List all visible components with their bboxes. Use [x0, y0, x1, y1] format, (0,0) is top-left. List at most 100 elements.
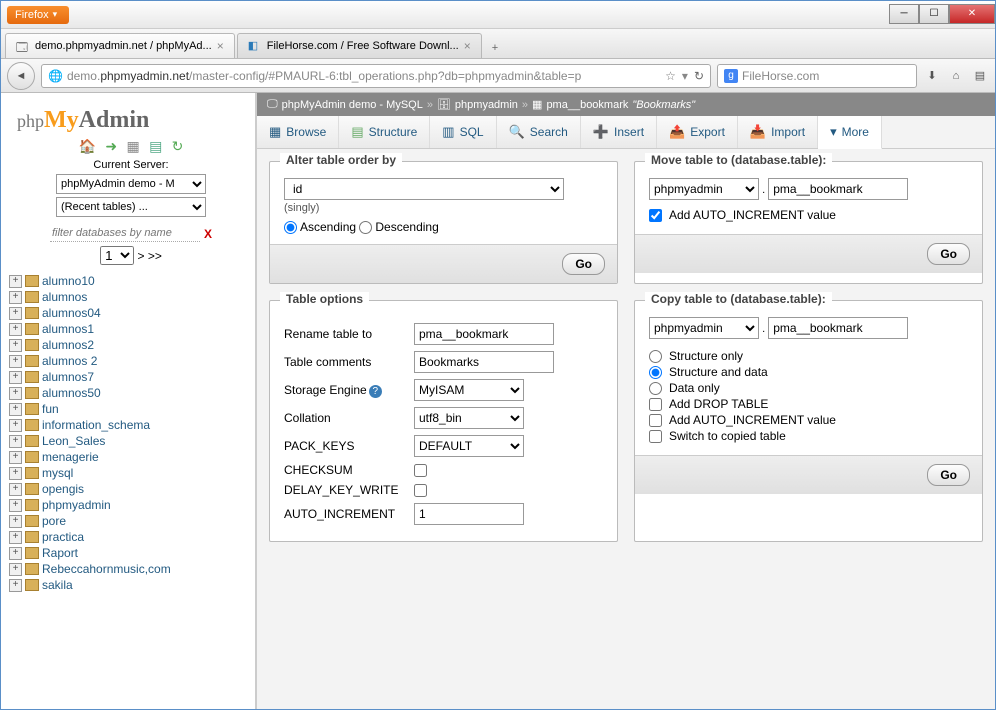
expand-icon[interactable]: + [9, 323, 22, 336]
database-name[interactable]: alumnos50 [42, 386, 101, 400]
server-select[interactable]: phpMyAdmin demo - M [56, 174, 206, 194]
copy-table-input[interactable] [768, 317, 908, 339]
database-name[interactable]: information_schema [42, 418, 150, 432]
search-box[interactable]: g FileHorse.com [717, 64, 917, 88]
expand-icon[interactable]: + [9, 371, 22, 384]
tab-export[interactable]: 📤Export [657, 116, 738, 148]
expand-icon[interactable]: + [9, 339, 22, 352]
expand-icon[interactable]: + [9, 435, 22, 448]
database-name[interactable]: Rebeccahornmusic,com [42, 562, 171, 576]
descending-radio[interactable]: Descending [359, 220, 438, 234]
recent-tables-select[interactable]: (Recent tables) ... [56, 197, 206, 217]
reload-icon[interactable]: ↻ [694, 69, 704, 83]
pager-next[interactable]: > >> [137, 249, 161, 263]
engine-select[interactable]: MyISAM [414, 379, 524, 401]
database-item[interactable]: +practica [9, 529, 253, 545]
copy-db-select[interactable]: phpmyadmin [649, 317, 759, 339]
tab-structure[interactable]: ▤Structure [339, 116, 430, 148]
database-item[interactable]: +alumnos 2 [9, 353, 253, 369]
expand-icon[interactable]: + [9, 355, 22, 368]
database-item[interactable]: + fun [9, 401, 253, 417]
rename-input[interactable] [414, 323, 554, 345]
expand-icon[interactable]: + [9, 515, 22, 528]
expand-icon[interactable]: + [9, 419, 22, 432]
home-icon[interactable]: ⌂ [947, 70, 965, 82]
home-icon[interactable]: 🏠 [79, 138, 96, 154]
go-button[interactable]: Go [562, 253, 605, 275]
expand-icon[interactable]: + [9, 499, 22, 512]
delaykey-checkbox[interactable] [414, 484, 427, 497]
browser-tab[interactable]: ◧ FileHorse.com / Free Software Downl...… [237, 33, 482, 58]
tab-import[interactable]: 📥Import [738, 116, 818, 148]
ascending-radio[interactable]: Ascending [284, 220, 356, 234]
move-table-input[interactable] [768, 178, 908, 200]
copy-autoinc-checkbox[interactable] [649, 414, 662, 427]
refresh-icon[interactable]: ↻ [172, 138, 184, 154]
expand-icon[interactable]: + [9, 467, 22, 480]
database-item[interactable]: + sakila [9, 577, 253, 593]
database-item[interactable]: + information_schema [9, 417, 253, 433]
database-name[interactable]: sakila [42, 578, 73, 592]
go-button[interactable]: Go [927, 243, 970, 265]
database-name[interactable]: phpmyadmin [42, 498, 111, 512]
firefox-menu-button[interactable]: Firefox [7, 6, 69, 24]
expand-icon[interactable]: + [9, 579, 22, 592]
tab-search[interactable]: 🔍Search [497, 116, 581, 148]
database-item[interactable]: + alumnos1 [9, 321, 253, 337]
database-name[interactable]: alumno10 [42, 274, 95, 288]
move-autoinc-checkbox[interactable] [649, 209, 662, 222]
database-item[interactable]: + opengis [9, 481, 253, 497]
dropdown-icon[interactable]: ▾ [682, 69, 688, 83]
drop-table-checkbox[interactable] [649, 398, 662, 411]
url-bar[interactable]: 🌐 demo.phpmyadmin.net/master-config/#PMA… [41, 64, 711, 88]
database-item[interactable]: +menagerie [9, 449, 253, 465]
close-button[interactable]: ✕ [949, 4, 995, 24]
database-name[interactable]: opengis [42, 482, 84, 496]
database-item[interactable]: + Rebeccahornmusic,com [9, 561, 253, 577]
move-db-select[interactable]: phpmyadmin [649, 178, 759, 200]
expand-icon[interactable]: + [9, 547, 22, 560]
switch-checkbox[interactable] [649, 430, 662, 443]
database-name[interactable]: alumnos1 [42, 322, 94, 336]
expand-icon[interactable]: + [9, 307, 22, 320]
database-name[interactable]: Raport [42, 546, 78, 560]
order-column-select[interactable]: id [284, 178, 564, 200]
docs-icon[interactable]: ▤ [149, 138, 162, 154]
database-name[interactable]: pore [42, 514, 66, 528]
expand-icon[interactable]: + [9, 563, 22, 576]
minimize-button[interactable]: ─ [889, 4, 919, 24]
breadcrumb-table[interactable]: pma__bookmark [546, 99, 628, 111]
tab-close-icon[interactable]: × [217, 39, 224, 53]
autoincrement-input[interactable] [414, 503, 524, 525]
database-item[interactable]: + pore [9, 513, 253, 529]
tab-insert[interactable]: ➕Insert [581, 116, 657, 148]
database-name[interactable]: alumnos7 [42, 370, 94, 384]
database-name[interactable]: mysql [42, 466, 73, 480]
filter-clear-icon[interactable]: X [204, 227, 212, 241]
database-item[interactable]: + alumnos04 [9, 305, 253, 321]
back-button[interactable]: ◄ [7, 62, 35, 90]
database-item[interactable]: + alumnos7 [9, 369, 253, 385]
database-item[interactable]: + alumnos [9, 289, 253, 305]
tab-close-icon[interactable]: × [464, 39, 471, 53]
packkeys-select[interactable]: DEFAULT [414, 435, 524, 457]
expand-icon[interactable]: + [9, 483, 22, 496]
tab-browse[interactable]: ▦Browse [257, 116, 339, 148]
database-item[interactable]: +alumnos50 [9, 385, 253, 401]
tab-more[interactable]: ▾More [818, 116, 882, 149]
database-name[interactable]: fun [42, 402, 59, 416]
comments-input[interactable] [414, 351, 554, 373]
database-item[interactable]: + alumnos2 [9, 337, 253, 353]
database-item[interactable]: + Raport [9, 545, 253, 561]
breadcrumb-db[interactable]: phpmyadmin [455, 99, 518, 111]
expand-icon[interactable]: + [9, 403, 22, 416]
database-item[interactable]: +Leon_Sales [9, 433, 253, 449]
structure-data-radio[interactable] [649, 366, 662, 379]
bookmark-star-icon[interactable]: ☆ [665, 69, 676, 83]
expand-icon[interactable]: + [9, 291, 22, 304]
database-name[interactable]: alumnos04 [42, 306, 101, 320]
database-name[interactable]: alumnos [42, 290, 87, 304]
browser-tab[interactable]: 🗔 demo.phpmyadmin.net / phpMyAd... × [5, 33, 235, 58]
logout-icon[interactable]: ➜ [105, 138, 117, 154]
database-name[interactable]: alumnos2 [42, 338, 94, 352]
